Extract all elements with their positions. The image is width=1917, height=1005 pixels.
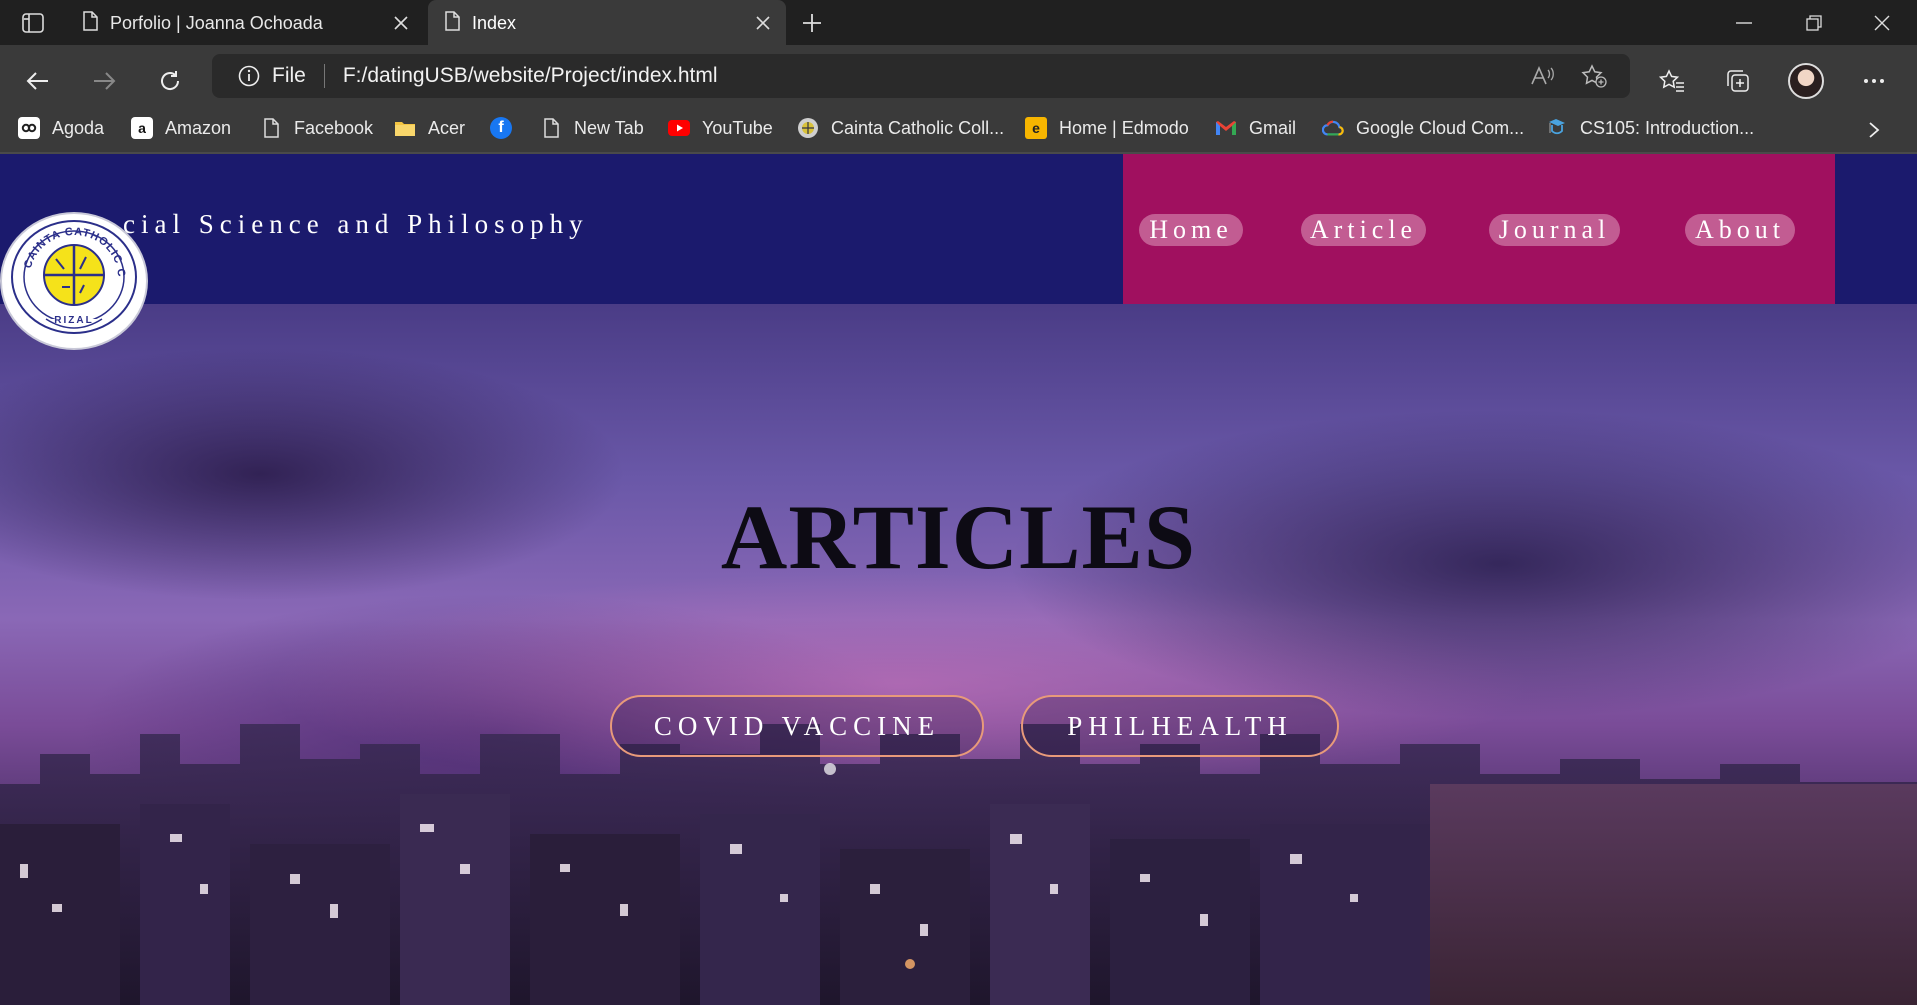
url-text[interactable]: F:/datingUSB/website/Project/index.html <box>343 64 718 88</box>
new-tab-plus-icon[interactable] <box>796 8 828 38</box>
read-aloud-icon[interactable] <box>1520 54 1564 98</box>
bookmark-label: New Tab <box>574 117 644 138</box>
bookmark-cainta-catholic[interactable]: Cainta Catholic Coll... <box>797 117 1004 139</box>
site-info-icon[interactable] <box>238 65 260 87</box>
tab-portfolio[interactable]: Porfolio | Joanna Ochoada <box>66 0 424 46</box>
site-nav: Home Article Journal About <box>1123 154 1835 304</box>
covid-vaccine-button[interactable]: COVID VACCINE <box>610 695 984 757</box>
agoda-icon <box>18 117 40 139</box>
browser-toolbar: File F:/datingUSB/website/Project/index.… <box>0 45 1917 152</box>
bookmark-label: Home | Edmodo <box>1059 117 1189 138</box>
folder-icon <box>394 117 416 139</box>
bookmark-label: YouTube <box>702 117 773 138</box>
close-tab-icon[interactable] <box>386 8 416 38</box>
address-bar[interactable]: File F:/datingUSB/website/Project/index.… <box>212 54 1630 98</box>
city-skyline-background <box>0 724 1917 1005</box>
minimize-icon[interactable] <box>1716 6 1772 40</box>
page-icon <box>540 117 562 139</box>
nav-article-link[interactable]: Article <box>1301 214 1426 246</box>
bookmark-facebook-icon-only[interactable]: f <box>490 117 524 139</box>
bookmark-label: Cainta Catholic Coll... <box>831 117 1005 138</box>
bookmark-label: CS105: Introduction... <box>1580 117 1755 138</box>
bookmark-acer-folder[interactable]: Acer <box>394 117 465 139</box>
bookmark-label: Facebook <box>294 117 374 138</box>
hero-banner: ARTICLES COVID VACCINE PHILHEALTH <box>0 304 1917 1005</box>
avatar <box>1788 63 1824 99</box>
page-viewport: cial Science and Philosophy Home Article… <box>0 154 1917 1005</box>
more-options-icon[interactable] <box>1852 59 1896 103</box>
google-cloud-icon <box>1322 117 1344 139</box>
college-seal-logo[interactable]: CAINTA CATHOLIC COLLEGE RIZAL <box>0 212 148 350</box>
restore-icon[interactable] <box>1786 6 1842 40</box>
bookmark-label: Google Cloud Com... <box>1356 117 1525 138</box>
address-divider <box>323 64 325 88</box>
close-window-icon[interactable] <box>1854 6 1910 40</box>
page-icon <box>444 10 460 36</box>
profile-avatar[interactable] <box>1784 59 1828 103</box>
browser-tab-bar: Porfolio | Joanna Ochoada Index <box>0 0 1917 46</box>
edmodo-icon: e <box>1025 117 1047 139</box>
favorites-icon[interactable] <box>1650 59 1694 103</box>
bookmark-google-cloud[interactable]: Google Cloud Com... <box>1322 117 1524 139</box>
add-favorite-icon[interactable] <box>1572 54 1616 98</box>
site-title: cial Science and Philosophy <box>123 209 589 239</box>
bookmark-cs105[interactable]: CS105: Introduction... <box>1546 117 1754 139</box>
college-icon <box>797 117 819 139</box>
philhealth-button[interactable]: PHILHEALTH <box>1021 695 1339 757</box>
close-tab-icon[interactable] <box>748 8 778 38</box>
amazon-icon: a <box>131 117 153 139</box>
chevron-right-icon[interactable] <box>1861 117 1887 143</box>
refresh-icon[interactable] <box>150 61 190 101</box>
tab-actions-icon[interactable] <box>20 10 46 36</box>
bookmark-agoda[interactable]: Agoda <box>18 117 104 139</box>
bookmark-label: Gmail <box>1249 117 1297 138</box>
bookmark-edmodo[interactable]: e Home | Edmodo <box>1025 117 1189 139</box>
nav-about-link[interactable]: About <box>1685 214 1795 246</box>
hero-title: ARTICLES <box>720 486 1197 588</box>
bookmark-facebook[interactable]: Facebook <box>260 117 373 139</box>
bookmark-new-tab[interactable]: New Tab <box>540 117 644 139</box>
bookmark-label: Amazon <box>165 117 232 138</box>
tab-title: Porfolio | Joanna Ochoada <box>110 12 323 33</box>
back-arrow-icon[interactable] <box>18 61 58 101</box>
forward-arrow-icon[interactable] <box>84 61 124 101</box>
bookmark-gmail[interactable]: Gmail <box>1215 117 1296 139</box>
page-icon <box>82 10 98 36</box>
collections-icon[interactable] <box>1716 59 1760 103</box>
gmail-icon <box>1215 117 1237 139</box>
youtube-icon <box>668 117 690 139</box>
bookmark-label: Acer <box>428 117 466 138</box>
bookmarks-bar: Agoda a Amazon Facebook Acer f New Tab Y… <box>0 107 1917 152</box>
bookmark-youtube[interactable]: YouTube <box>668 117 773 139</box>
scheme-label: File <box>272 64 306 87</box>
course-icon <box>1546 117 1568 139</box>
nav-journal-link[interactable]: Journal <box>1489 214 1620 246</box>
tab-index[interactable]: Index <box>428 0 786 46</box>
site-header: cial Science and Philosophy Home Article… <box>0 154 1917 304</box>
bookmark-label: Agoda <box>52 117 105 138</box>
seal-bottom-text: RIZAL <box>54 315 93 326</box>
page-icon <box>260 117 282 139</box>
facebook-icon: f <box>490 117 512 139</box>
bookmark-amazon[interactable]: a Amazon <box>131 117 231 139</box>
nav-home-link[interactable]: Home <box>1139 214 1243 246</box>
tab-title: Index <box>472 12 517 33</box>
